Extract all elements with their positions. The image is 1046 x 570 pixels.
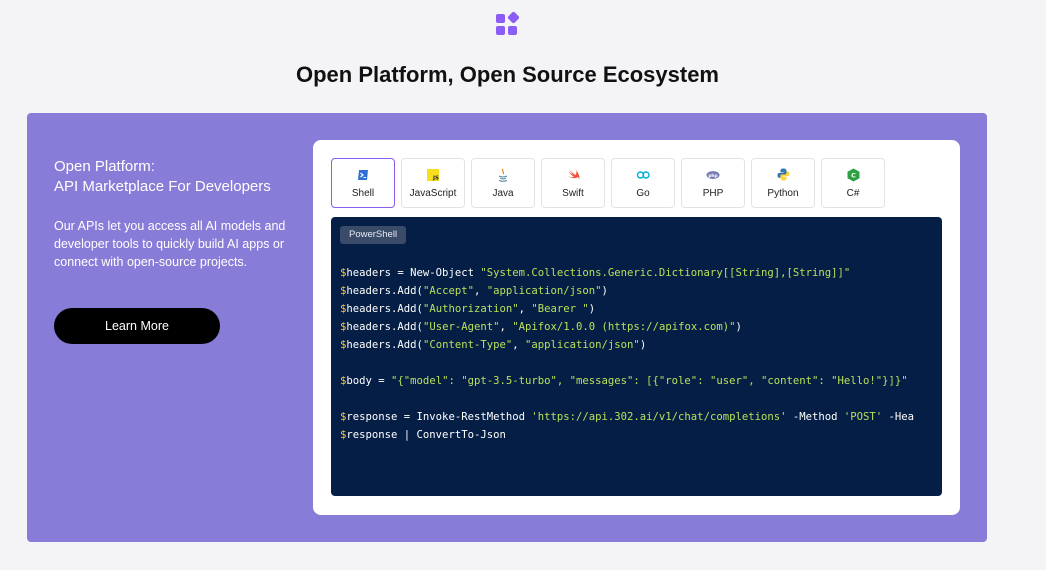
learn-more-button[interactable]: Learn More	[54, 308, 220, 344]
php-icon: php	[706, 168, 720, 182]
tab-label: C#	[846, 187, 860, 199]
code-line: $response = Invoke-RestMethod 'https://a…	[340, 408, 942, 426]
page-title: Open Platform, Open Source Ecosystem	[295, 62, 719, 87]
code-token: headers.Add(	[346, 321, 423, 333]
tab-go[interactable]: Go	[611, 158, 675, 208]
code-token: ,	[499, 321, 513, 333]
tab-java[interactable]: Java	[471, 158, 535, 208]
code-token: 'https://api.302.ai/v1/chat/completions'	[531, 411, 787, 423]
python-icon	[776, 168, 790, 182]
code-token: "application/json"	[486, 285, 602, 297]
code-line: $headers.Add("Content-Type", "applicatio…	[340, 336, 942, 354]
code-content: $headers = New-Object "System.Collection…	[340, 264, 942, 444]
tab-label: PHP	[702, 187, 724, 199]
panel-description: Our APIs let you access all AI models an…	[54, 219, 286, 269]
tab-label: Swift	[562, 187, 584, 199]
code-token: headers.Add(	[346, 285, 423, 297]
panel-heading-line1: Open Platform:	[54, 158, 155, 175]
code-token: "System.Collections.Generic.Dictionary[[…	[480, 267, 851, 279]
code-line: $headers.Add("Authorization", "Bearer ")	[340, 300, 942, 318]
platform-panel: Open Platform: API Marketplace For Devel…	[27, 113, 987, 542]
javascript-icon: JS	[426, 168, 440, 182]
code-token: headers.Add(	[346, 303, 423, 315]
tab-label: Shell	[351, 187, 375, 199]
code-line: $headers.Add("User-Agent", "Apifox/1.0.0…	[340, 318, 942, 336]
code-sample-card: Shell JS JavaScript Java Swift Go php PH…	[313, 140, 960, 515]
code-token: ,	[512, 339, 525, 351]
code-token: "Bearer "	[531, 303, 589, 315]
code-token: headers.Add(	[346, 339, 423, 351]
code-token: "Content-Type"	[422, 339, 513, 351]
code-token: ,	[473, 285, 487, 297]
code-token: "Apifox/1.0.0 (https://apifox.com)"	[512, 321, 736, 333]
platform-logo-icon	[496, 12, 519, 35]
csharp-icon: C	[846, 168, 860, 182]
tab-csharp[interactable]: C C#	[821, 158, 885, 208]
code-token: ,	[518, 303, 532, 315]
tab-swift[interactable]: Swift	[541, 158, 605, 208]
code-token: "application/json"	[525, 339, 640, 351]
tab-javascript[interactable]: JS JavaScript	[401, 158, 465, 208]
code-token: )	[588, 303, 596, 315]
code-token: "Authorization"	[422, 303, 519, 315]
code-token: 'POST'	[843, 411, 883, 423]
tab-label: Python	[767, 187, 799, 199]
svg-text:php: php	[708, 172, 717, 178]
code-token: -Method	[786, 411, 844, 423]
code-token: "{"model": "gpt-3.5-turbo", "messages": …	[391, 375, 908, 387]
code-token: headers = New-Object	[346, 267, 481, 279]
tab-label: JavaScript	[409, 187, 457, 199]
tab-label: Java	[492, 187, 514, 199]
code-line: $headers.Add("Accept", "application/json…	[340, 282, 942, 300]
language-badge: PowerShell	[340, 226, 407, 244]
code-token: )	[639, 339, 647, 351]
swift-icon	[566, 168, 580, 182]
tab-shell[interactable]: Shell	[331, 158, 395, 208]
code-token: -Hea	[882, 411, 915, 423]
panel-heading: Open Platform: API Marketplace For Devel…	[54, 157, 314, 197]
code-line: $body = "{"model": "gpt-3.5-turbo", "mes…	[340, 372, 942, 390]
tab-label: Go	[636, 187, 650, 199]
code-token: response | ConvertTo-Json	[346, 429, 506, 441]
svg-text:C: C	[851, 171, 856, 179]
java-icon	[496, 168, 510, 182]
code-token: "Accept"	[422, 285, 474, 297]
code-token: )	[735, 321, 742, 333]
code-token: response = Invoke-RestMethod	[346, 411, 532, 423]
go-icon	[636, 168, 650, 182]
tab-python[interactable]: Python	[751, 158, 815, 208]
tab-php[interactable]: php PHP	[681, 158, 745, 208]
code-block: PowerShell $headers = New-Object "System…	[331, 217, 942, 496]
panel-heading-line2: API Marketplace For Developers	[54, 178, 271, 195]
language-tabs: Shell JS JavaScript Java Swift Go php PH…	[331, 158, 885, 208]
code-token: body =	[346, 375, 392, 387]
svg-text:JS: JS	[432, 175, 439, 181]
shell-icon	[356, 168, 370, 182]
code-token: )	[601, 285, 608, 297]
code-line: $response | ConvertTo-Json	[340, 426, 942, 444]
code-line: $headers = New-Object "System.Collection…	[340, 264, 942, 282]
code-token: "User-Agent"	[422, 321, 500, 333]
